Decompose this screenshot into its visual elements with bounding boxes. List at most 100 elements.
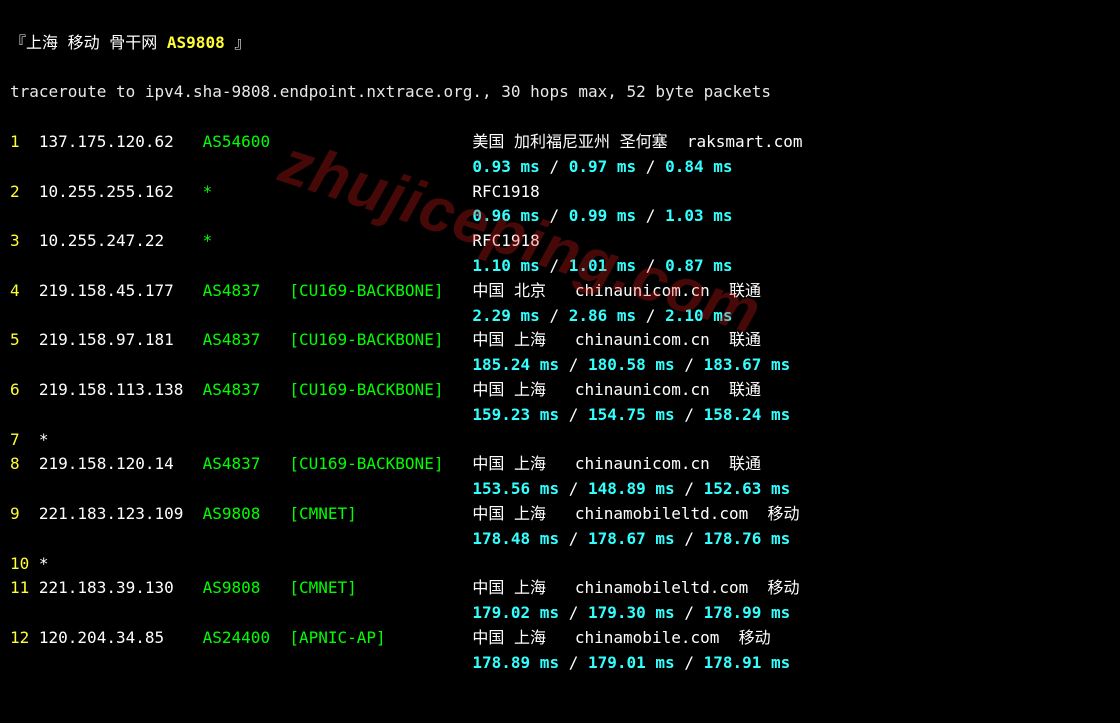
rtt-separator: / [540, 206, 569, 225]
rtt-separator: / [559, 653, 588, 672]
hop-row: 6219.158.113.138AS4837[CU169-BACKBONE]中国… [10, 378, 1110, 403]
hop-rtt: 1.01 ms [569, 256, 636, 275]
hop-location: 中国 上海 chinamobileltd.com 移动 [472, 504, 799, 523]
hop-rtt: 0.93 ms [472, 157, 539, 176]
hop-rtt: 180.58 ms [588, 355, 675, 374]
hop-row: 210.255.255.162*RFC1918 [10, 180, 1110, 205]
hop-asn: AS54600 [203, 130, 290, 155]
hop-rtt-row: 178.89 ms / 179.01 ms / 178.91 ms [10, 651, 1110, 676]
hop-rtt: 154.75 ms [588, 405, 675, 424]
hop-asn: AS9808 [203, 502, 290, 527]
rtt-separator: / [540, 256, 569, 275]
hop-rtt-row: 2.29 ms / 2.86 ms / 2.10 ms [10, 304, 1110, 329]
hop-rtt: 179.30 ms [588, 603, 675, 622]
hop-timeout: * [39, 430, 49, 449]
hop-number: 12 [10, 626, 39, 651]
hop-row: 11221.183.39.130AS9808[CMNET]中国 上海 china… [10, 576, 1110, 601]
hop-rtt: 178.91 ms [704, 653, 791, 672]
hop-rtt: 179.01 ms [588, 653, 675, 672]
rtt-separator: / [675, 355, 704, 374]
title-asn: AS9808 [167, 33, 225, 52]
rtt-separator: / [559, 405, 588, 424]
hop-rtt: 0.84 ms [665, 157, 732, 176]
hop-rtt: 2.10 ms [665, 306, 732, 325]
rtt-separator: / [636, 306, 665, 325]
hop-number: 11 [10, 576, 39, 601]
hop-rtt: 0.97 ms [569, 157, 636, 176]
hop-rtt: 179.02 ms [472, 603, 559, 622]
rtt-separator: / [559, 603, 588, 622]
rtt-separator: / [675, 653, 704, 672]
rtt-separator: / [636, 256, 665, 275]
rtt-separator: / [559, 529, 588, 548]
hop-number: 4 [10, 279, 39, 304]
hop-rtt: 152.63 ms [704, 479, 791, 498]
rtt-separator: / [636, 157, 665, 176]
hop-rtt-row: 153.56 ms / 148.89 ms / 152.63 ms [10, 477, 1110, 502]
hop-netname: [CMNET] [289, 576, 472, 601]
hop-asn: AS24400 [203, 626, 290, 651]
hop-number: 8 [10, 452, 39, 477]
hop-rtt: 183.67 ms [704, 355, 791, 374]
hop-location: 中国 上海 chinaunicom.cn 联通 [472, 380, 761, 399]
hop-rtt: 153.56 ms [472, 479, 559, 498]
hop-asn: AS9808 [203, 576, 290, 601]
hop-rtt-row: 179.02 ms / 179.30 ms / 178.99 ms [10, 601, 1110, 626]
hop-netname: [CU169-BACKBONE] [289, 328, 472, 353]
hop-row: 12120.204.34.85AS24400[APNIC-AP]中国 上海 ch… [10, 626, 1110, 651]
hop-rtt-row: 0.96 ms / 0.99 ms / 1.03 ms [10, 204, 1110, 229]
hop-rtt: 178.48 ms [472, 529, 559, 548]
hop-rtt: 178.67 ms [588, 529, 675, 548]
hop-netname: [CU169-BACKBONE] [289, 452, 472, 477]
hop-rtt-row: 185.24 ms / 180.58 ms / 183.67 ms [10, 353, 1110, 378]
trace-title: 『上海 移动 骨干网 AS9808 』 [10, 31, 1110, 56]
rtt-separator: / [636, 206, 665, 225]
hop-ip: 221.183.123.109 [39, 502, 203, 527]
hop-rtt: 178.99 ms [704, 603, 791, 622]
hop-location: 中国 上海 chinamobile.com 移动 [472, 628, 770, 647]
rtt-separator: / [559, 479, 588, 498]
hop-rtt-row: 178.48 ms / 178.67 ms / 178.76 ms [10, 527, 1110, 552]
rtt-separator: / [540, 306, 569, 325]
hop-number: 6 [10, 378, 39, 403]
hop-row: 10* [10, 552, 1110, 577]
hop-location: 美国 加利福尼亚州 圣何塞 raksmart.com [472, 132, 802, 151]
hop-rtt: 185.24 ms [472, 355, 559, 374]
hop-ip: 120.204.34.85 [39, 626, 203, 651]
hop-row: 310.255.247.22*RFC1918 [10, 229, 1110, 254]
hop-number: 9 [10, 502, 39, 527]
hop-timeout: * [39, 554, 49, 573]
hop-asn: * [203, 229, 290, 254]
hop-ip: 137.175.120.62 [39, 130, 203, 155]
trace-command: traceroute to ipv4.sha-9808.endpoint.nxt… [10, 80, 1110, 105]
hop-location: RFC1918 [472, 231, 539, 250]
hop-netname: [CU169-BACKBONE] [289, 378, 472, 403]
title-suffix: 』 [225, 33, 251, 52]
hop-rtt: 0.96 ms [472, 206, 539, 225]
hop-rtt-row: 0.93 ms / 0.97 ms / 0.84 ms [10, 155, 1110, 180]
hop-ip: 219.158.97.181 [39, 328, 203, 353]
hop-location: 中国 上海 chinamobileltd.com 移动 [472, 578, 799, 597]
hop-number: 2 [10, 180, 39, 205]
hop-location: 中国 上海 chinaunicom.cn 联通 [472, 454, 761, 473]
hop-rtt: 178.76 ms [704, 529, 791, 548]
hop-asn: AS4837 [203, 279, 290, 304]
hop-rtt: 1.10 ms [472, 256, 539, 275]
hop-row: 5219.158.97.181AS4837[CU169-BACKBONE]中国 … [10, 328, 1110, 353]
hop-rtt: 178.89 ms [472, 653, 559, 672]
hop-asn: AS4837 [203, 452, 290, 477]
hop-rtt: 148.89 ms [588, 479, 675, 498]
hop-location: 中国 北京 chinaunicom.cn 联通 [472, 281, 761, 300]
rtt-separator: / [540, 157, 569, 176]
hop-row: 7* [10, 428, 1110, 453]
hop-row: 9221.183.123.109AS9808[CMNET]中国 上海 china… [10, 502, 1110, 527]
hop-row: 8219.158.120.14AS4837[CU169-BACKBONE]中国 … [10, 452, 1110, 477]
hop-rtt-row: 159.23 ms / 154.75 ms / 158.24 ms [10, 403, 1110, 428]
hop-ip: 219.158.113.138 [39, 378, 203, 403]
hop-ip: 219.158.45.177 [39, 279, 203, 304]
hop-ip: 10.255.255.162 [39, 180, 203, 205]
hop-rtt: 1.03 ms [665, 206, 732, 225]
rtt-separator: / [559, 355, 588, 374]
hop-rtt: 2.86 ms [569, 306, 636, 325]
hop-rtt: 2.29 ms [472, 306, 539, 325]
